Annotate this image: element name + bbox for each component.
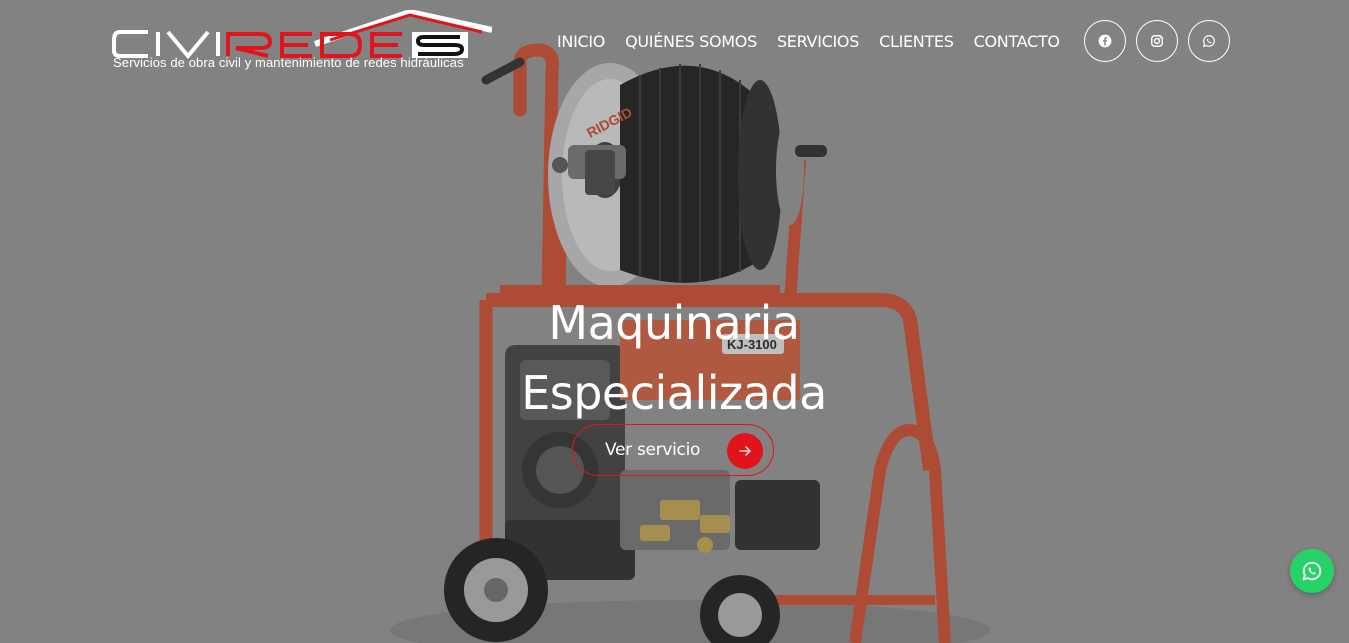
- nav-item-contacto[interactable]: CONTACTO: [974, 32, 1060, 52]
- ver-servicio-button[interactable]: Ver servicio: [572, 424, 774, 476]
- main-nav: INICIO QUIÉNES SOMOS SERVICIOS CLIENTES …: [557, 32, 1060, 52]
- nav-item-inicio[interactable]: INICIO: [557, 32, 605, 52]
- arrow-right-icon: [727, 433, 763, 469]
- nav-item-servicios[interactable]: SERVICIOS: [777, 32, 859, 52]
- nav-item-quienes-somos[interactable]: QUIÉNES SOMOS: [625, 32, 757, 52]
- whatsapp-button[interactable]: [1188, 20, 1230, 62]
- ver-servicio-label: Ver servicio: [605, 440, 701, 460]
- whatsapp-float-button[interactable]: [1290, 549, 1334, 593]
- nav-item-clientes[interactable]: CLIENTES: [879, 32, 954, 52]
- whatsapp-icon: [1302, 561, 1322, 581]
- social-links: [1084, 20, 1230, 62]
- hero-section: KJ-3100 RIDGID Servicios de obra civil y…: [0, 0, 1349, 643]
- instagram-button[interactable]: [1136, 20, 1178, 62]
- facebook-icon: [1098, 34, 1112, 48]
- whatsapp-icon: [1202, 35, 1215, 48]
- hero-title: Maquinaria Especializada: [521, 296, 827, 420]
- instagram-icon: [1151, 35, 1163, 47]
- facebook-button[interactable]: [1084, 20, 1126, 62]
- logo-tagline: Servicios de obra civil y mantenimiento …: [113, 55, 464, 70]
